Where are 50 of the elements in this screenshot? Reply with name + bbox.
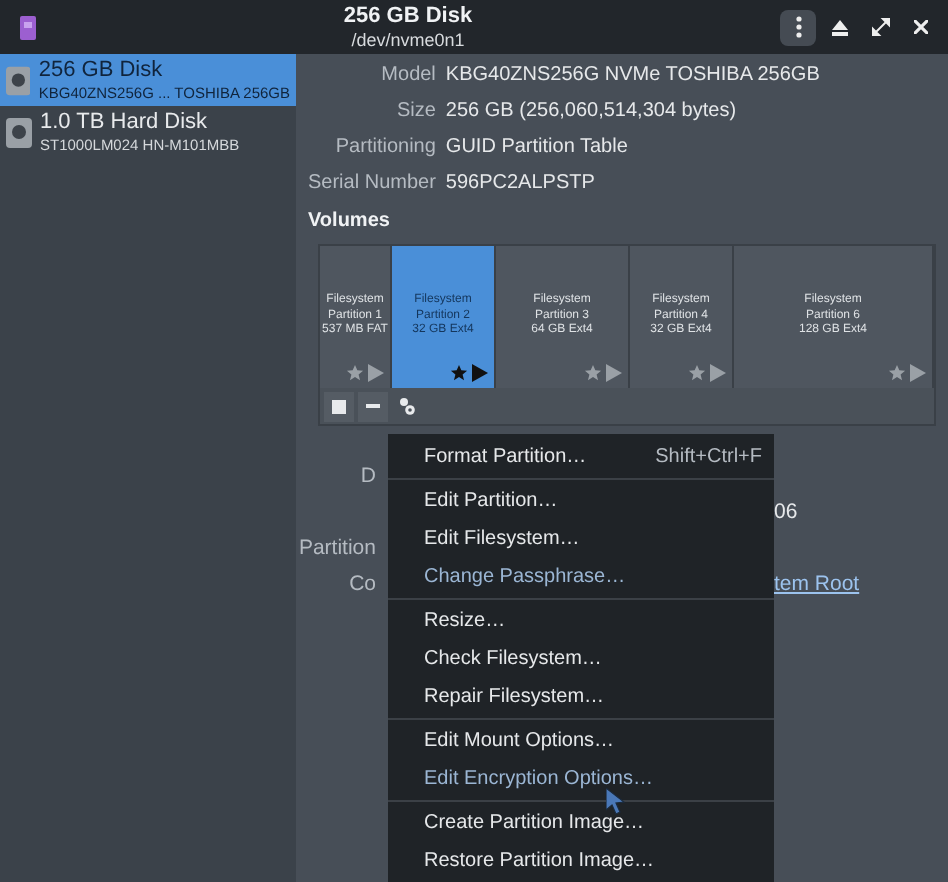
menu-item[interactable]: Check Filesystem… bbox=[388, 640, 774, 678]
play-icon[interactable] bbox=[368, 364, 384, 382]
detail-label: Serial Number bbox=[308, 170, 436, 198]
stop-button[interactable] bbox=[324, 391, 354, 421]
detail-label: Partitioning bbox=[333, 134, 436, 162]
menu-item[interactable]: Create Partition Image… bbox=[388, 804, 774, 842]
play-icon[interactable] bbox=[472, 364, 488, 382]
detail-label: D bbox=[358, 462, 376, 490]
detail-value: GUID Partition Table bbox=[445, 134, 630, 162]
detail-label: Model bbox=[379, 62, 436, 90]
detail-value: KBG40ZNS256G NVMe TOSHIBA 256GB bbox=[445, 62, 822, 90]
menu-item[interactable]: Edit Filesystem… bbox=[388, 520, 774, 558]
more-icon bbox=[795, 16, 801, 38]
settings-icon bbox=[398, 396, 416, 416]
more-options-button[interactable] bbox=[780, 9, 816, 45]
star-icon[interactable] bbox=[584, 364, 602, 382]
maximize-icon bbox=[871, 18, 889, 36]
menu-item[interactable]: Edit Mount Options… bbox=[388, 722, 774, 760]
shortcut-label: Shift+Ctrl+F bbox=[655, 446, 762, 468]
drive-icon bbox=[6, 65, 31, 95]
star-icon[interactable] bbox=[688, 364, 706, 382]
star-icon[interactable] bbox=[346, 364, 364, 382]
disk-name: 1.0 TB Hard Disk bbox=[40, 109, 210, 135]
mouse-pointer-icon bbox=[606, 788, 626, 816]
window-subtitle: /dev/nvme0n1 bbox=[351, 29, 465, 51]
minus-icon bbox=[366, 404, 380, 408]
disk-name: 256 GB Disk bbox=[38, 57, 165, 83]
stop-icon bbox=[332, 399, 346, 413]
close-icon bbox=[913, 20, 927, 34]
detail-value: 596PC2ALPSTP bbox=[445, 170, 597, 198]
menu-item[interactable]: Edit Partition… bbox=[388, 482, 774, 520]
play-icon[interactable] bbox=[710, 364, 726, 382]
play-icon[interactable] bbox=[606, 364, 622, 382]
window-title: 256 GB Disk bbox=[343, 3, 473, 29]
star-icon[interactable] bbox=[450, 364, 468, 382]
menu-item[interactable]: Format Partition… Shift+Ctrl+F bbox=[388, 438, 774, 476]
drive-icon bbox=[6, 117, 32, 147]
detail-label: Co bbox=[347, 570, 376, 598]
star-icon[interactable] bbox=[888, 364, 906, 382]
detail-value: 256 GB (256,060,514,304 bytes) bbox=[445, 98, 739, 126]
menu-item[interactable]: Repair Filesystem… bbox=[388, 678, 774, 716]
menu-item[interactable]: Resize… bbox=[388, 602, 774, 640]
remove-button[interactable] bbox=[358, 391, 388, 421]
detail-value: 06 bbox=[774, 498, 798, 526]
eject-icon bbox=[832, 19, 848, 35]
volumes-heading: Volumes bbox=[308, 210, 390, 232]
menu-item[interactable]: Restore Partition Image… bbox=[388, 842, 774, 880]
detail-label: Size bbox=[394, 98, 436, 126]
mount-link[interactable]: tem Root bbox=[774, 570, 860, 598]
play-icon[interactable] bbox=[910, 364, 926, 382]
